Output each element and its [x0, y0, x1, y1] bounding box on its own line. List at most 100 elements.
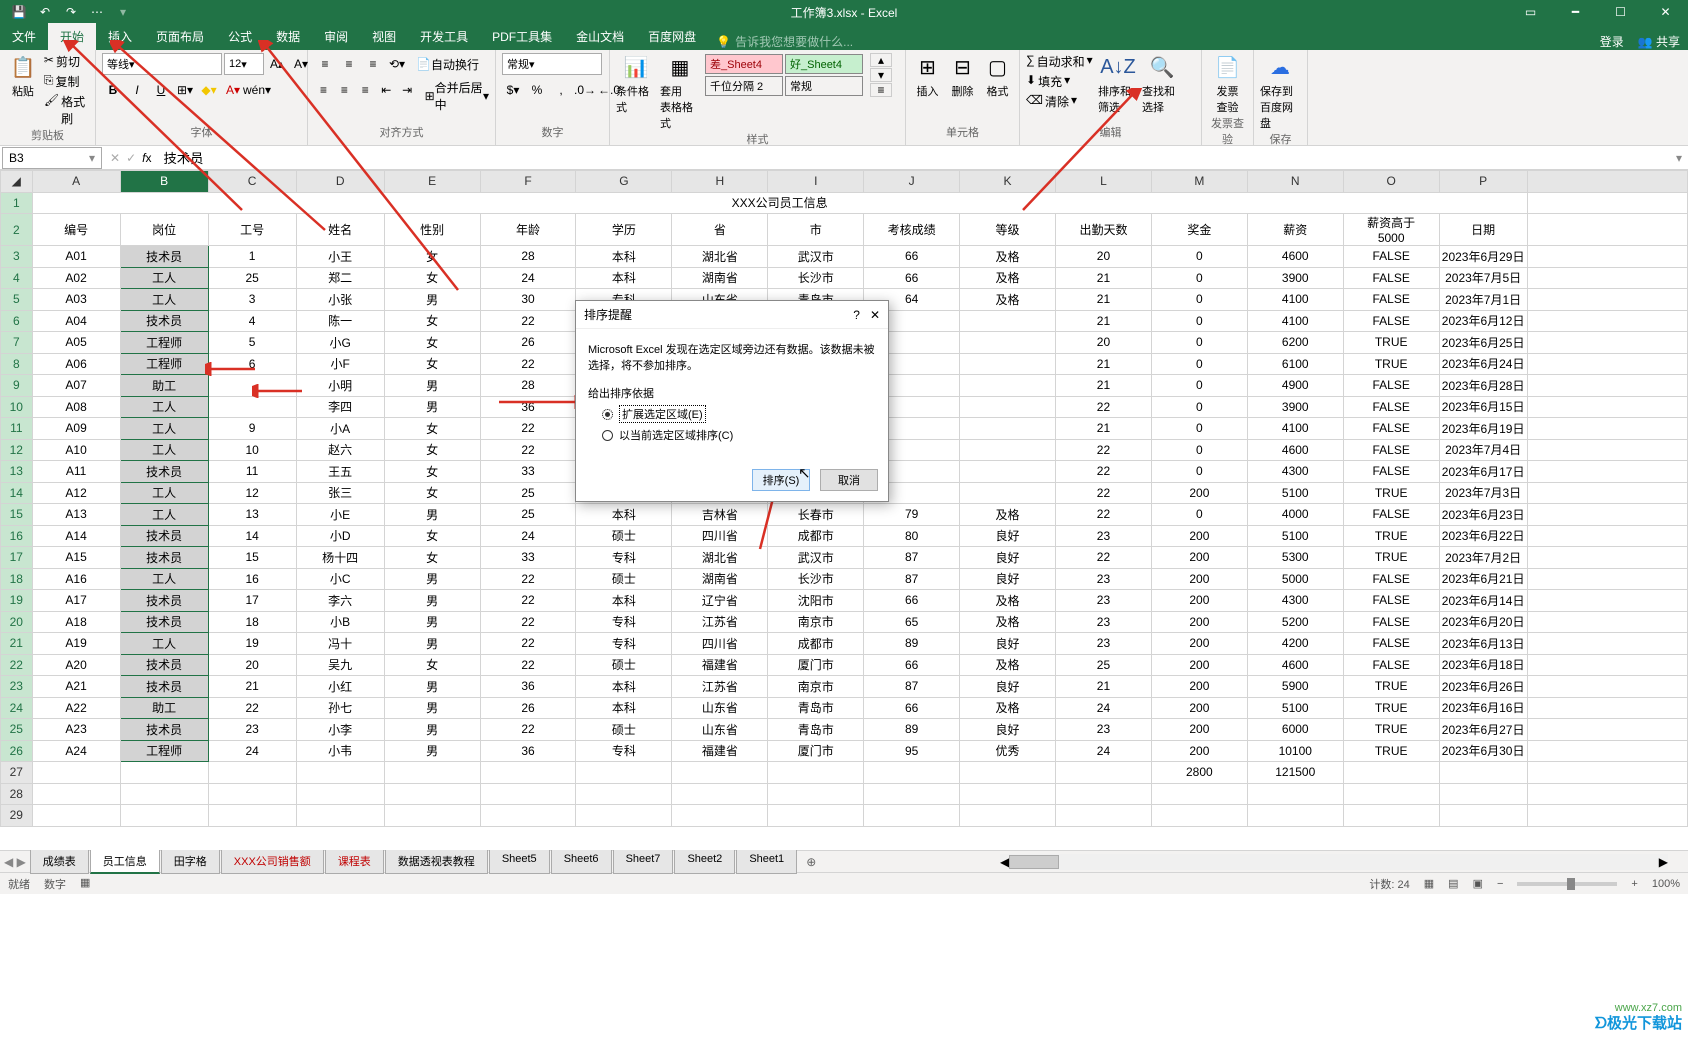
cell[interactable]: 200 [1151, 719, 1247, 741]
cell[interactable] [1056, 762, 1152, 784]
style-normal[interactable]: 常规 [785, 76, 863, 96]
cell[interactable]: 80 [864, 525, 960, 547]
cell[interactable]: 87 [864, 568, 960, 590]
cell[interactable]: 工程师 [120, 740, 208, 762]
cell[interactable]: 20 [1056, 332, 1152, 354]
cell[interactable]: 小D [296, 525, 384, 547]
row-header[interactable]: 3 [1, 246, 33, 268]
menu-wps[interactable]: 金山文档 [564, 23, 636, 50]
cell[interactable]: A01 [32, 246, 120, 268]
cell[interactable]: 18 [208, 611, 296, 633]
menu-insert[interactable]: 插入 [96, 23, 144, 50]
ribbon-opts-icon[interactable]: ▭ [1508, 0, 1553, 24]
find-select-button[interactable]: 🔍查找和选择 [1142, 53, 1182, 115]
cell[interactable]: TRUE [1343, 332, 1439, 354]
cell[interactable]: A16 [32, 568, 120, 590]
radio-expand-selection[interactable]: 扩展选定区域(E) [602, 405, 876, 423]
cell[interactable]: 4000 [1247, 504, 1343, 526]
cell[interactable]: 5000 [1247, 568, 1343, 590]
cell[interactable]: 21 [1056, 289, 1152, 311]
cell[interactable]: 女 [384, 353, 480, 375]
cell[interactable]: 优秀 [960, 740, 1056, 762]
header-cell[interactable]: 工号 [208, 214, 296, 246]
cell[interactable]: 男 [384, 740, 480, 762]
sheet-tab[interactable]: 成绩表 [30, 850, 89, 874]
cell[interactable]: 武汉市 [768, 246, 864, 268]
cell[interactable]: 23 [1056, 568, 1152, 590]
cell[interactable]: 21 [208, 676, 296, 698]
cell[interactable]: 山东省 [672, 697, 768, 719]
cell[interactable]: 25 [480, 482, 576, 504]
wrap-text-button[interactable]: 📄自动换行 [416, 53, 479, 75]
cell[interactable]: 0 [1151, 504, 1247, 526]
cell[interactable]: 0 [1151, 461, 1247, 483]
cell[interactable]: 王五 [296, 461, 384, 483]
cell[interactable] [960, 353, 1056, 375]
cell[interactable]: 男 [384, 396, 480, 418]
row-header[interactable]: 27 [1, 762, 33, 784]
header-cell[interactable]: 考核成绩 [864, 214, 960, 246]
cell[interactable]: 小王 [296, 246, 384, 268]
cell[interactable]: 专科 [576, 740, 672, 762]
cell[interactable]: 22 [1056, 482, 1152, 504]
header-cell[interactable]: 等级 [960, 214, 1056, 246]
cell[interactable]: 21 [1056, 375, 1152, 397]
header-cell[interactable]: 省 [672, 214, 768, 246]
cell[interactable] [576, 783, 672, 805]
cell[interactable]: 200 [1151, 568, 1247, 590]
cell[interactable]: 小E [296, 504, 384, 526]
inc-dec-icon[interactable]: .0→ [574, 79, 596, 101]
header-cell[interactable]: 编号 [32, 214, 120, 246]
cell[interactable]: 66 [864, 267, 960, 289]
cell[interactable]: 5200 [1247, 611, 1343, 633]
cell[interactable]: 36 [480, 396, 576, 418]
cell[interactable]: 6200 [1247, 332, 1343, 354]
indent-inc-icon[interactable]: ⇥ [398, 79, 417, 101]
cell[interactable]: 23 [1056, 633, 1152, 655]
cell[interactable]: A18 [32, 611, 120, 633]
dialog-help-icon[interactable]: ? [853, 308, 860, 322]
cell[interactable]: 23 [1056, 611, 1152, 633]
cell[interactable]: 200 [1151, 547, 1247, 569]
title-cell[interactable]: XXX公司员工信息 [32, 192, 1527, 214]
menu-layout[interactable]: 页面布局 [144, 23, 216, 50]
underline-icon[interactable]: U [150, 79, 172, 101]
cell[interactable]: 2800 [1151, 762, 1247, 784]
cell[interactable]: 2023年6月30日 [1439, 740, 1527, 762]
cell[interactable] [960, 461, 1056, 483]
cell[interactable] [296, 783, 384, 805]
cell[interactable]: FALSE [1343, 568, 1439, 590]
cell[interactable]: A21 [32, 676, 120, 698]
cell[interactable]: 200 [1151, 654, 1247, 676]
cell[interactable]: 杨十四 [296, 547, 384, 569]
qat-drop-icon[interactable]: ▾ [110, 1, 136, 23]
cell[interactable]: 福建省 [672, 740, 768, 762]
col-header[interactable]: H [672, 171, 768, 193]
save-baidu-button[interactable]: ☁保存到 百度网盘 [1260, 53, 1300, 131]
sheet-tab[interactable]: XXX公司销售额 [221, 850, 324, 874]
cell[interactable]: 小红 [296, 676, 384, 698]
cell[interactable]: 南京市 [768, 676, 864, 698]
align-top-icon[interactable]: ≡ [314, 53, 336, 75]
row-header[interactable]: 24 [1, 697, 33, 719]
cell[interactable]: 本科 [576, 676, 672, 698]
cell[interactable]: 2023年6月21日 [1439, 568, 1527, 590]
cell[interactable]: 及格 [960, 267, 1056, 289]
cell[interactable]: 男 [384, 697, 480, 719]
row-header[interactable]: 5 [1, 289, 33, 311]
cell[interactable]: 0 [1151, 267, 1247, 289]
clear-button[interactable]: ⌫ 清除 ▾ [1026, 93, 1094, 110]
cell[interactable]: 23 [1056, 590, 1152, 612]
login-link[interactable]: 登录 [1600, 33, 1624, 50]
cell[interactable] [32, 805, 120, 827]
menu-baidu[interactable]: 百度网盘 [636, 23, 708, 50]
view-layout-icon[interactable]: ▤ [1448, 877, 1458, 890]
cell[interactable]: 良好 [960, 547, 1056, 569]
currency-icon[interactable]: $▾ [502, 79, 524, 101]
cell[interactable]: 200 [1151, 740, 1247, 762]
cell[interactable]: 福建省 [672, 654, 768, 676]
cell[interactable]: 技术员 [120, 676, 208, 698]
cell[interactable]: TRUE [1343, 482, 1439, 504]
cell[interactable]: 22 [480, 633, 576, 655]
col-header[interactable]: D [296, 171, 384, 193]
